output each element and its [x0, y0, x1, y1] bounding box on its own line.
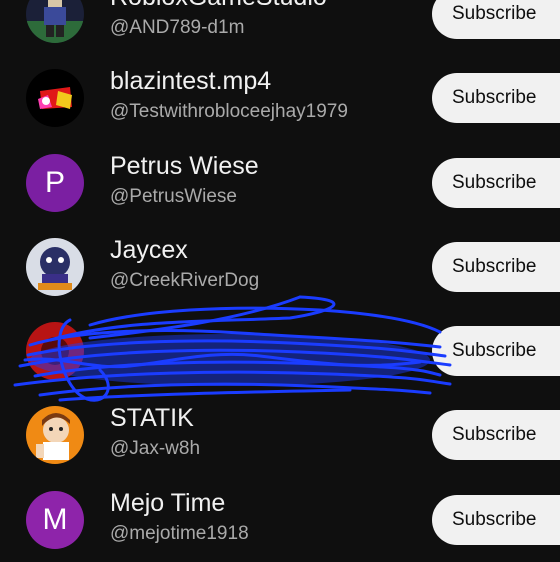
channel-row[interactable]: Jaycex @CreekRiverDog Subscribe	[0, 225, 560, 309]
channel-row[interactable]: blazintest.mp4 @Testwithrobloceejhay1979…	[0, 56, 560, 140]
subscription-list: RobloxGameStudio @AND789-d1m Subscribe b…	[0, 0, 560, 562]
channel-row[interactable]: RobloxGameStudio @AND789-d1m Subscribe	[0, 0, 560, 56]
channel-name[interactable]: Mejo Time	[110, 489, 225, 518]
channel-handle: @Testwithrobloceejhay1979	[110, 101, 348, 123]
channel-handle: @PetrusWiese	[110, 185, 237, 207]
channel-row[interactable]: P Petrus Wiese @PetrusWiese Subscribe	[0, 141, 560, 225]
channel-row[interactable]: M Mejo Time @mejotime1918 Subscribe	[0, 478, 560, 562]
channel-avatar[interactable]: P	[26, 153, 84, 212]
channel-avatar[interactable]	[26, 69, 84, 128]
channel-row[interactable]: STATIK @Jax-w8h Subscribe	[0, 393, 560, 477]
subscribe-button[interactable]: Subscribe	[432, 157, 560, 208]
channel-name[interactable]: Petrus Wiese	[110, 152, 259, 181]
channel-name[interactable]: RobloxGameStudio	[110, 0, 327, 12]
subscribe-button[interactable]: Subscribe	[432, 410, 560, 461]
channel-name[interactable]: Jaycex	[110, 236, 188, 265]
subscribe-button[interactable]: Subscribe	[432, 326, 560, 377]
subscribe-button[interactable]: Subscribe	[432, 494, 560, 545]
channel-avatar[interactable]	[26, 237, 84, 296]
subscribe-button[interactable]: Subscribe	[432, 0, 560, 39]
channel-avatar[interactable]	[26, 0, 84, 43]
channel-name[interactable]: blazintest.mp4	[110, 67, 271, 96]
channel-name[interactable]: STATIK	[110, 404, 194, 433]
channel-handle: @mejotime1918	[110, 522, 249, 544]
channel-handle: @CreekRiverDog	[110, 269, 260, 291]
channel-handle: @AND789-d1m	[110, 17, 245, 38]
channel-avatar[interactable]	[26, 322, 84, 381]
channel-handle: @Jax-w8h	[110, 438, 201, 460]
subscribe-button[interactable]: Subscribe	[432, 241, 560, 292]
subscribe-button[interactable]: Subscribe	[432, 73, 560, 124]
channel-row-redacted[interactable]: Subscribe	[0, 309, 560, 393]
channel-avatar[interactable]: M	[26, 490, 84, 549]
channel-avatar[interactable]	[26, 406, 84, 465]
